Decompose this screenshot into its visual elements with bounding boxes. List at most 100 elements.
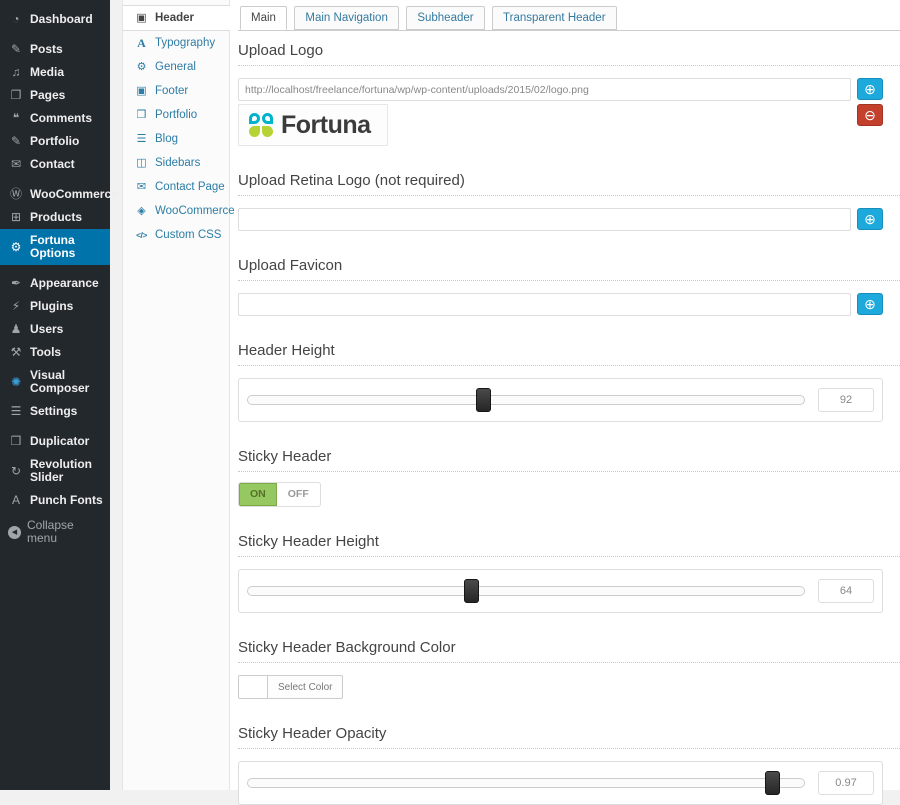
slider-track[interactable] xyxy=(247,586,805,596)
options-menu-item-sidebars[interactable]: ◫ Sidebars xyxy=(123,151,229,175)
section-upload-retina-logo: Upload Retina Logo (not required) ⊕ xyxy=(238,172,900,231)
options-menu-item-general[interactable]: ⚙ General xyxy=(123,55,229,79)
sidebar-item-plugins[interactable]: ⚡ Plugins xyxy=(0,295,110,318)
slider-handle[interactable] xyxy=(765,771,780,795)
gear-icon: ⚙ xyxy=(8,241,24,254)
sidebar-item-woocommerce[interactable]: Ⓦ WooCommerce xyxy=(0,183,110,206)
brush-icon: ✒ xyxy=(8,277,24,290)
section-title: Header Height xyxy=(238,342,900,359)
sidebar-item-appearance[interactable]: ✒ Appearance xyxy=(0,272,110,295)
add-media-button[interactable]: ⊕ xyxy=(857,78,883,100)
toggle-on-button[interactable]: ON xyxy=(239,483,277,506)
options-menu-item-portfolio[interactable]: ❒ Portfolio xyxy=(123,103,229,127)
sidebar-item-contact[interactable]: ✉ Contact xyxy=(0,153,110,176)
divider xyxy=(238,65,900,66)
section-title: Upload Logo xyxy=(238,42,900,59)
sidebar-item-pages[interactable]: ❐ Pages xyxy=(0,84,110,107)
pushpin-icon: ✎ xyxy=(8,43,24,56)
plus-circle-icon: ⊕ xyxy=(864,296,876,312)
section-sticky-header: Sticky Header ON OFF xyxy=(238,448,900,507)
options-menu-label: Footer xyxy=(155,85,188,97)
options-menu-label: Contact Page xyxy=(155,181,225,193)
sidebar-item-users[interactable]: ♟ Users xyxy=(0,318,110,341)
section-sticky-header-height: Sticky Header Height 64 xyxy=(238,533,900,613)
slider-value: 64 xyxy=(818,579,874,603)
woocommerce-icon: Ⓦ xyxy=(8,188,24,201)
sidebar-item-label: Posts xyxy=(30,43,63,56)
sidebar-item-visual-composer[interactable]: ✺ Visual Composer xyxy=(0,364,110,400)
media-icon: ♫ xyxy=(8,66,24,79)
settings-icon: ☰ xyxy=(8,405,24,418)
sidebar-item-label: Pages xyxy=(30,89,65,102)
pages-icon: ❐ xyxy=(8,89,24,102)
tab-transparent-header[interactable]: Transparent Header xyxy=(492,6,617,30)
list-icon: ☰ xyxy=(134,133,149,145)
options-menu-label: Portfolio xyxy=(155,109,197,121)
envelope-icon: ✉ xyxy=(8,158,24,171)
options-menu-panel: ▣ Header A Typography ⚙ General ▣ Footer… xyxy=(122,0,230,790)
options-menu-item-footer[interactable]: ▣ Footer xyxy=(123,79,229,103)
slider-track[interactable] xyxy=(247,395,805,405)
slider-handle[interactable] xyxy=(476,388,491,412)
toggle-off-button[interactable]: OFF xyxy=(277,483,320,506)
sidebar-item-revolution-slider[interactable]: ↻ Revolution Slider xyxy=(0,453,110,489)
sticky-header-toggle: ON OFF xyxy=(238,482,321,507)
options-menu-item-header[interactable]: ▣ Header xyxy=(123,5,230,31)
sidebar-item-comments[interactable]: ❝ Comments xyxy=(0,107,110,130)
products-icon: ⊞ xyxy=(8,211,24,224)
sidebar-item-settings[interactable]: ☰ Settings xyxy=(0,400,110,423)
pushpin-icon: ✎ xyxy=(8,135,24,148)
section-upload-logo: Upload Logo ⊕ Fortuna xyxy=(238,42,900,146)
sidebar-item-label: Collapse menu xyxy=(27,519,104,545)
sidebar-item-portfolio[interactable]: ✎ Portfolio xyxy=(0,130,110,153)
options-menu-item-contact-page[interactable]: ✉ Contact Page xyxy=(123,175,229,199)
add-media-button[interactable]: ⊕ xyxy=(857,293,883,315)
divider xyxy=(238,556,900,557)
divider xyxy=(238,365,900,366)
sidebar-item-media[interactable]: ♫ Media xyxy=(0,61,110,84)
sidebar-item-label: Fortuna Options xyxy=(30,234,104,260)
sticky-header-opacity-slider: 0.97 xyxy=(238,761,883,805)
collapse-arrow-icon: ◀ xyxy=(8,526,21,539)
add-media-button[interactable]: ⊕ xyxy=(857,208,883,230)
tab-main-navigation[interactable]: Main Navigation xyxy=(294,6,398,30)
sidebar-item-label: Contact xyxy=(30,158,75,171)
tools-icon: ⚒ xyxy=(8,346,24,359)
sidebar-item-dashboard[interactable]: ◔ Dashboard xyxy=(0,8,110,31)
tag-icon: ◈ xyxy=(134,205,149,217)
options-menu-item-blog[interactable]: ☰ Blog xyxy=(123,127,229,151)
sidebar-item-posts[interactable]: ✎ Posts xyxy=(0,38,110,61)
sidebar-item-fortuna-options[interactable]: ⚙ Fortuna Options xyxy=(0,229,110,265)
options-menu-item-woocommerce[interactable]: ◈ WooCommerce xyxy=(123,199,229,223)
font-icon: A xyxy=(8,494,24,507)
divider xyxy=(238,280,900,281)
columns-icon: ◫ xyxy=(134,157,149,169)
options-menu-item-typography[interactable]: A Typography xyxy=(123,31,229,55)
briefcase-icon: ❒ xyxy=(134,109,149,121)
collapse-menu-button[interactable]: ◀ Collapse menu xyxy=(0,514,110,550)
sidebar-item-label: Settings xyxy=(30,405,77,418)
logo-url-input[interactable] xyxy=(238,78,851,101)
options-menu-label: Header xyxy=(155,12,194,24)
tab-subheader[interactable]: Subheader xyxy=(406,6,484,30)
logo-preview: Fortuna xyxy=(238,104,388,146)
sidebar-item-products[interactable]: ⊞ Products xyxy=(0,206,110,229)
retina-logo-url-input[interactable] xyxy=(238,208,851,231)
sidebar-item-punch-fonts[interactable]: A Punch Fonts xyxy=(0,489,110,512)
sidebar-item-label: Media xyxy=(30,66,64,79)
select-color-button[interactable]: Select Color xyxy=(268,675,343,699)
visual-composer-icon: ✺ xyxy=(8,376,24,389)
tab-main[interactable]: Main xyxy=(240,6,287,30)
sidebar-item-label: Tools xyxy=(30,346,61,359)
section-title: Upload Favicon xyxy=(238,257,900,274)
remove-media-button[interactable]: ⊖ xyxy=(857,104,883,126)
sidebar-item-tools[interactable]: ⚒ Tools xyxy=(0,341,110,364)
color-swatch[interactable] xyxy=(238,675,268,699)
slider-track[interactable] xyxy=(247,778,805,788)
options-menu-item-custom-css[interactable]: </> Custom CSS xyxy=(123,223,229,247)
favicon-url-input[interactable] xyxy=(238,293,851,316)
sidebar-item-label: Products xyxy=(30,211,82,224)
sidebar-item-duplicator[interactable]: ❒ Duplicator xyxy=(0,430,110,453)
slider-handle[interactable] xyxy=(464,579,479,603)
options-menu-label: WooCommerce xyxy=(155,205,235,217)
